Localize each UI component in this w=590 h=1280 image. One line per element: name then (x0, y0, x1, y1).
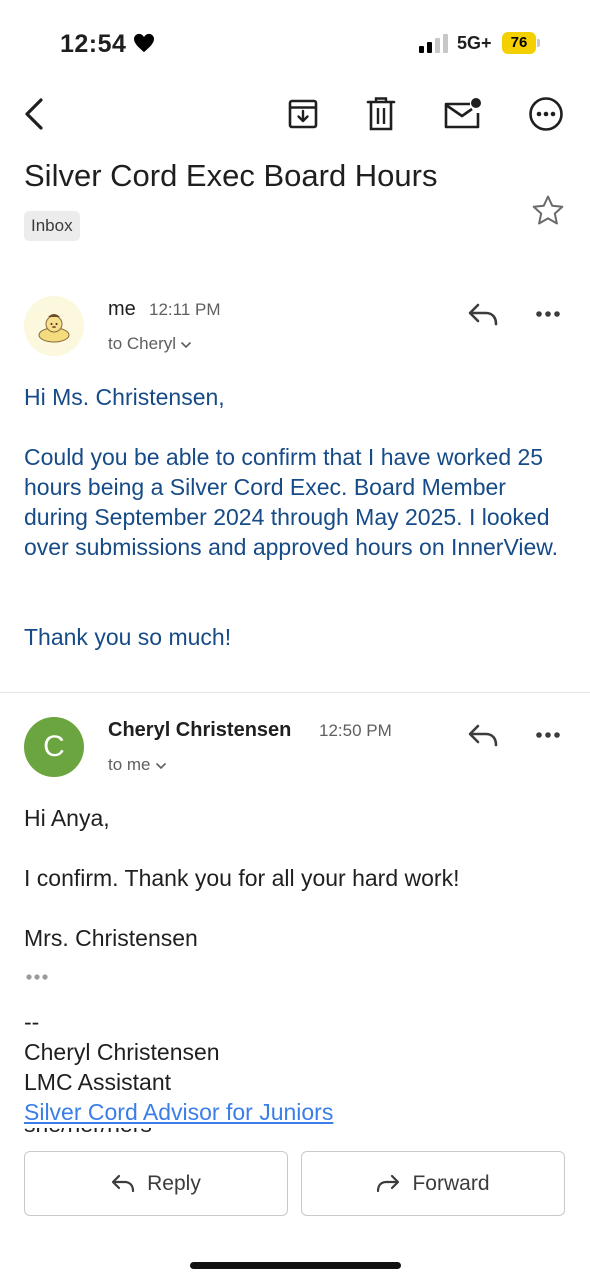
inbox-label-chip[interactable]: Inbox (24, 211, 80, 241)
avatar[interactable] (24, 296, 84, 356)
cellular-signal-icon (419, 34, 448, 53)
archive-icon (288, 99, 318, 129)
avatar[interactable]: C (24, 717, 84, 777)
chevron-down-icon (155, 762, 166, 769)
more-dots-icon (536, 732, 560, 738)
reply-icon (112, 1174, 135, 1192)
sender-name: me (108, 298, 136, 320)
message-closing: Thank you so much! (24, 624, 232, 650)
mark-unread-button[interactable] (442, 94, 482, 134)
chevron-down-icon (180, 341, 192, 348)
battery-level: 76 (510, 34, 528, 51)
reply-icon (468, 724, 498, 747)
star-icon (532, 195, 564, 225)
more-options-button[interactable] (526, 94, 566, 134)
reply-icon-button[interactable] (463, 718, 503, 754)
email-subject: Silver Cord Exec Board Hours (24, 158, 438, 193)
reply-label: Reply (147, 1171, 201, 1195)
trash-icon (366, 97, 396, 131)
reply-icon-button[interactable] (463, 297, 503, 333)
message-greeting: Hi Anya, (24, 805, 110, 831)
reply-icon (468, 303, 498, 326)
archive-button[interactable] (283, 94, 323, 134)
forward-icon (377, 1174, 400, 1192)
message-closing: Mrs. Christensen (24, 925, 198, 951)
message-paragraph: I confirm. Thank you for all your hard w… (24, 865, 460, 891)
back-button[interactable] (14, 94, 54, 134)
sender-name: Cheryl Christensen (108, 719, 292, 741)
pompompurin-avatar-icon (38, 314, 70, 343)
recipient-details-toggle[interactable]: to Cheryl (108, 334, 192, 354)
network-type: 5G+ (457, 33, 492, 53)
star-button[interactable] (530, 193, 566, 229)
battery-icon: 76 (502, 32, 540, 54)
signature-separator: -- (24, 1009, 40, 1035)
message-greeting: Hi Ms. Christensen, (24, 384, 225, 410)
message-more-button[interactable] (530, 296, 566, 332)
delete-button[interactable] (361, 94, 401, 134)
recipient-text: to Cheryl (108, 334, 177, 353)
bottom-action-bar: Reply Forward (0, 1138, 590, 1280)
more-horizontal-icon (529, 97, 563, 131)
message-paragraph: Could you be able to confirm that I have… (24, 444, 559, 560)
signature-pronouns: she/her/hers (24, 1128, 224, 1138)
message-time: 12:11 PM (149, 300, 221, 319)
home-indicator[interactable] (190, 1262, 401, 1269)
status-time: 12:54 (60, 30, 127, 58)
forward-label: Forward (412, 1171, 490, 1195)
more-dots-icon (536, 311, 560, 317)
recipient-text: to me (108, 755, 151, 774)
message-more-button[interactable] (530, 717, 566, 753)
signature-pronouns-clipped: she/her/hers (24, 1128, 224, 1138)
message-time: 12:50 PM (319, 721, 392, 740)
ellipsis-icon (26, 974, 48, 980)
signature-title: LMC Assistant (24, 1069, 171, 1095)
signature-link[interactable]: Silver Cord Advisor for Juniors (24, 1097, 333, 1127)
message-divider (0, 692, 590, 693)
show-quoted-text-button[interactable] (24, 968, 54, 986)
reply-button[interactable]: Reply (24, 1151, 288, 1216)
status-bar: 12:54 5G+ 76 (0, 0, 590, 90)
back-arrow-icon (25, 98, 43, 130)
forward-button[interactable]: Forward (301, 1151, 565, 1216)
recipient-details-toggle[interactable]: to me (108, 755, 167, 775)
email-toolbar (0, 90, 590, 140)
heart-icon (134, 33, 154, 53)
signature-name: Cheryl Christensen (24, 1039, 220, 1065)
mark-unread-icon (444, 98, 481, 129)
